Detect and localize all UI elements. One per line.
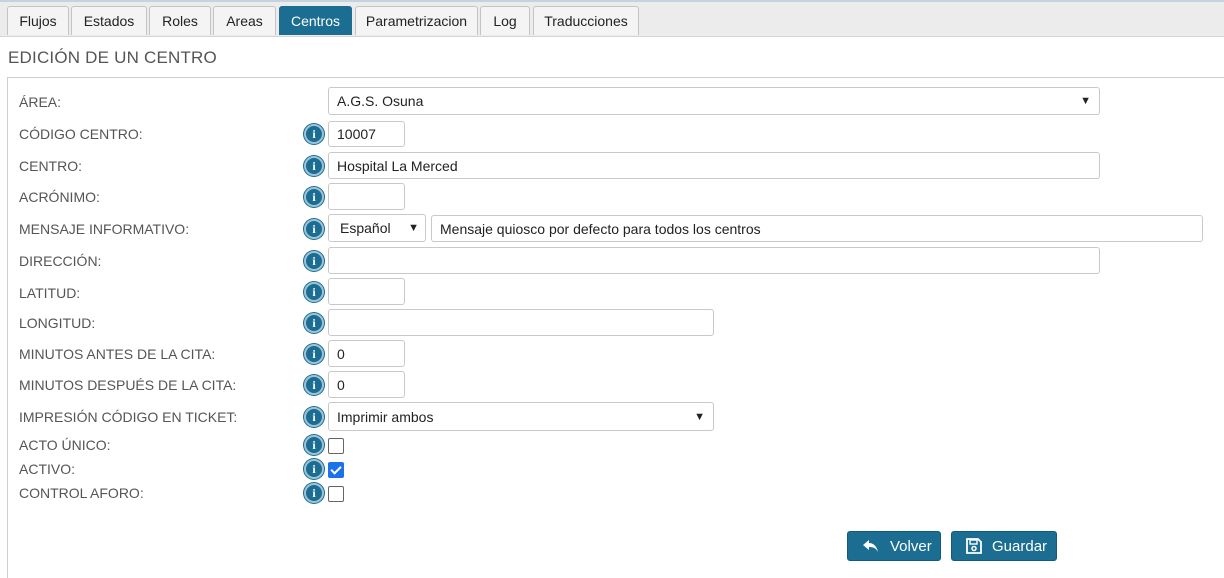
acto-unico-checkbox[interactable] [328,438,344,454]
activo-label: ACTIVO: [19,461,76,477]
chevron-down-icon: ▼ [408,222,419,234]
info-icon[interactable]: i [304,375,324,395]
acronimo-label: ACRÓNIMO: [19,189,100,205]
page-title: EDICIÓN DE UN CENTRO [8,48,217,67]
centro-label: CENTRO: [19,158,82,174]
tab-centros[interactable]: Centros [279,6,352,35]
undo-arrow-icon [862,538,880,554]
acto-unico-label: ACTO ÚNICO: [19,437,111,453]
info-icon[interactable]: i [304,124,324,144]
language-select-value: Español [340,220,391,236]
area-select-value: A.G.S. Osuna [337,93,424,109]
impresion-codigo-label: IMPRESIÓN CÓDIGO EN TICKET: [19,409,238,425]
info-icon[interactable]: i [304,435,324,455]
control-aforo-label: CONTROL AFORO: [19,485,144,501]
minutos-despues-label: MINUTOS DESPUÉS DE LA CITA: [19,377,237,393]
area-select[interactable]: A.G.S. Osuna ▼ [328,87,1100,115]
direccion-input[interactable] [328,247,1100,274]
impresion-codigo-select[interactable]: Imprimir ambos ▼ [328,402,714,431]
floppy-disk-icon [966,538,982,554]
minutos-antes-label: MINUTOS ANTES DE LA CITA: [19,346,216,362]
info-icon[interactable]: i [304,407,324,427]
longitud-input[interactable] [328,309,714,336]
info-icon[interactable]: i [304,251,324,271]
info-icon[interactable]: i [304,459,324,479]
info-icon[interactable]: i [304,156,324,176]
chevron-down-icon: ▼ [694,410,705,423]
tab-bar: Flujos Estados Roles Areas Centros Param… [0,2,1224,37]
area-label: ÁREA: [19,94,62,110]
language-select[interactable]: Español ▼ [328,214,426,242]
tab-estados[interactable]: Estados [71,6,147,35]
tab-traducciones[interactable]: Traducciones [533,6,639,35]
latitud-label: LATITUD: [19,285,81,301]
codigo-centro-label: CÓDIGO CENTRO: [19,126,143,142]
volver-button[interactable]: Volver [847,531,941,561]
guardar-button-label: Guardar [992,537,1048,555]
tab-parametrizacion[interactable]: Parametrizacion [355,6,478,35]
info-icon[interactable]: i [304,282,324,302]
info-icon[interactable]: i [304,344,324,364]
acronimo-input[interactable] [328,183,405,210]
chevron-down-icon: ▼ [1080,95,1091,107]
centro-input[interactable]: Hospital La Merced [328,152,1100,179]
info-icon[interactable]: i [304,219,324,239]
info-icon[interactable]: i [304,483,324,503]
mensaje-informativo-input[interactable]: Mensaje quiosco por defecto para todos l… [431,215,1203,242]
longitud-label: LONGITUD: [19,315,96,331]
minutos-antes-input[interactable]: 0 [328,340,405,367]
guardar-button[interactable]: Guardar [951,531,1057,561]
minutos-despues-input[interactable]: 0 [328,371,405,398]
tab-flujos[interactable]: Flujos [7,6,69,35]
volver-button-label: Volver [890,537,932,555]
control-aforo-checkbox[interactable] [328,486,344,502]
codigo-centro-input[interactable]: 10007 [328,121,405,147]
tab-areas[interactable]: Areas [213,6,276,35]
direccion-label: DIRECCIÓN: [19,253,102,269]
tab-roles[interactable]: Roles [149,6,211,35]
latitud-input[interactable] [328,278,405,305]
info-icon[interactable]: i [304,187,324,207]
activo-checkbox[interactable] [328,462,344,478]
mensaje-informativo-label: MENSAJE INFORMATIVO: [19,221,190,237]
impresion-codigo-value: Imprimir ambos [337,408,434,425]
tab-log[interactable]: Log [480,6,530,35]
info-icon[interactable]: i [304,313,324,333]
